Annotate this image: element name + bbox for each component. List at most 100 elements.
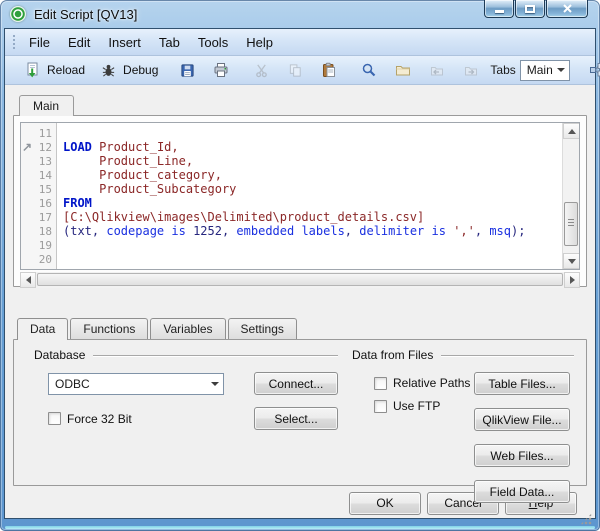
move-tab-icon: [586, 59, 600, 81]
line-number-15: 15: [38, 182, 52, 196]
scroll-down-button[interactable]: [563, 253, 579, 269]
menu-drag-grip-icon[interactable]: [11, 33, 16, 51]
find-button[interactable]: [352, 56, 386, 84]
menu-item-tools[interactable]: Tools: [189, 31, 237, 54]
relative-paths-checkbox[interactable]: Relative Paths: [374, 376, 474, 390]
code-line-19[interactable]: [63, 238, 560, 252]
scroll-left-button[interactable]: [20, 272, 36, 288]
scroll-right-button[interactable]: [564, 272, 580, 288]
minimize-button[interactable]: [484, 0, 514, 18]
back-arrow-icon: [426, 59, 448, 81]
line-number-16: 16: [38, 196, 52, 210]
debug-label: Debug: [123, 63, 159, 77]
code-line-18[interactable]: (txt, codepage is 1252, embedded labels,…: [63, 224, 560, 238]
database-select-combobox[interactable]: ODBC: [48, 372, 224, 395]
dialog-client-area: File Edit Insert Tab Tools Help Reload Debug: [4, 28, 600, 525]
caption-buttons: [483, 0, 588, 18]
scroll-up-button[interactable]: [563, 123, 579, 139]
checkbox-icon[interactable]: [374, 376, 387, 390]
menu-item-edit[interactable]: Edit: [59, 31, 99, 54]
code-line-17[interactable]: [C:\Qlikview\images\Delimited\product_de…: [63, 210, 560, 224]
vertical-scroll-thumb[interactable]: [564, 201, 578, 246]
script-tab-row: Main: [13, 94, 587, 116]
table-files-button[interactable]: Table Files...: [474, 372, 570, 395]
close-button[interactable]: [546, 0, 588, 18]
scroll-up-arrow-icon: [567, 128, 576, 134]
back-button[interactable]: [420, 56, 454, 84]
line-number-19: 19: [38, 238, 52, 252]
search-icon: [358, 59, 380, 81]
data-from-files-group: Data from Files Relative Paths Use FTP Ta…: [352, 348, 574, 503]
line-number-11: 11: [38, 126, 52, 140]
cut-icon: [250, 59, 272, 81]
reload-icon: [21, 59, 43, 81]
paste-icon: [318, 59, 340, 81]
copy-button[interactable]: [278, 56, 312, 84]
bottom-tabs: Data Functions Variables Settings: [13, 317, 587, 340]
line-number-18: 18: [38, 224, 52, 238]
code-line-20[interactable]: [63, 252, 560, 266]
tab-variables[interactable]: Variables: [150, 318, 226, 340]
debug-button[interactable]: Debug: [91, 56, 164, 84]
code-line-15[interactable]: Product_Subcategory: [63, 182, 560, 196]
combo-dropdown-arrow-icon[interactable]: [207, 374, 223, 394]
print-icon: [210, 59, 232, 81]
menu-item-help[interactable]: Help: [237, 31, 282, 54]
script-editor[interactable]: 11 ↗ 12 13 14 15 16 17 18 19 20 LOAD Product_Id, P…: [20, 122, 580, 270]
line-number-14: 14: [38, 168, 52, 182]
folder-icon: [392, 59, 414, 81]
code-line-12[interactable]: LOAD Product_Id,: [63, 140, 560, 154]
combo-dropdown-arrow-icon[interactable]: [553, 61, 569, 80]
forward-arrow-icon: [460, 59, 482, 81]
force-32bit-checkbox[interactable]: Force 32 Bit: [48, 412, 240, 426]
paste-button[interactable]: [312, 56, 346, 84]
lower-panel: Data Functions Variables Settings Database …: [5, 303, 595, 503]
menu-bar-items: File Edit Insert Tab Tools Help: [20, 31, 282, 54]
move-tab-button[interactable]: [580, 56, 600, 84]
connect-button[interactable]: Connect...: [254, 372, 338, 395]
select-button[interactable]: Select...: [254, 407, 338, 430]
line-number-20: 20: [38, 252, 52, 266]
vertical-scrollbar[interactable]: [562, 123, 579, 269]
horizontal-scroll-thumb[interactable]: [37, 273, 563, 286]
group-divider: [441, 354, 574, 356]
tab-settings[interactable]: Settings: [227, 318, 297, 340]
titlebar[interactable]: Edit Script [QV13]: [4, 0, 596, 28]
tab-selector-value: Main: [526, 63, 553, 77]
open-file-button[interactable]: [386, 56, 420, 84]
web-files-button[interactable]: Web Files...: [474, 444, 570, 467]
files-checkboxes: Relative Paths Use FTP: [374, 372, 474, 503]
menu-item-tab[interactable]: Tab: [150, 31, 189, 54]
code-line-13[interactable]: Product_Line,: [63, 154, 560, 168]
maximize-button[interactable]: [515, 0, 545, 18]
script-tab-main[interactable]: Main: [19, 95, 75, 116]
save-button[interactable]: [170, 56, 204, 84]
tab-functions[interactable]: Functions: [70, 318, 149, 340]
close-icon: [562, 4, 572, 13]
use-ftp-checkbox[interactable]: Use FTP: [374, 399, 474, 413]
code-line-14[interactable]: Product_category,: [63, 168, 560, 182]
horizontal-scrollbar[interactable]: [20, 272, 580, 288]
code-line-11[interactable]: [63, 126, 560, 140]
menu-item-file[interactable]: File: [20, 31, 59, 54]
tab-selector-combobox[interactable]: Main: [519, 59, 570, 81]
current-statement-arrow-icon: ↗: [22, 140, 33, 154]
tab-data[interactable]: Data: [17, 318, 69, 340]
print-button[interactable]: [204, 56, 238, 84]
qlikview-file-button[interactable]: QlikView File...: [474, 408, 570, 431]
forward-button[interactable]: [454, 56, 488, 84]
code-line-16[interactable]: FROM: [63, 196, 560, 210]
editor-code[interactable]: LOAD Product_Id, Product_Line, Product_c…: [57, 123, 562, 269]
checkbox-icon[interactable]: [48, 412, 61, 425]
scroll-down-arrow-icon: [567, 258, 576, 264]
menu-item-insert[interactable]: Insert: [99, 31, 150, 54]
checkbox-icon[interactable]: [374, 399, 387, 413]
cut-button[interactable]: [244, 56, 278, 84]
resize-grip-icon[interactable]: [580, 513, 592, 525]
reload-button[interactable]: Reload: [15, 56, 91, 84]
editor-frame: 11 ↗ 12 13 14 15 16 17 18 19 20 LOAD Product_Id, P…: [13, 115, 587, 288]
data-from-files-group-label: Data from Files: [352, 348, 434, 362]
edit-script-window: Edit Script [QV13] File Edit Insert Tab Tool…: [0, 0, 600, 531]
field-data-button[interactable]: Field Data...: [474, 480, 570, 503]
database-select-value: ODBC: [55, 376, 90, 391]
